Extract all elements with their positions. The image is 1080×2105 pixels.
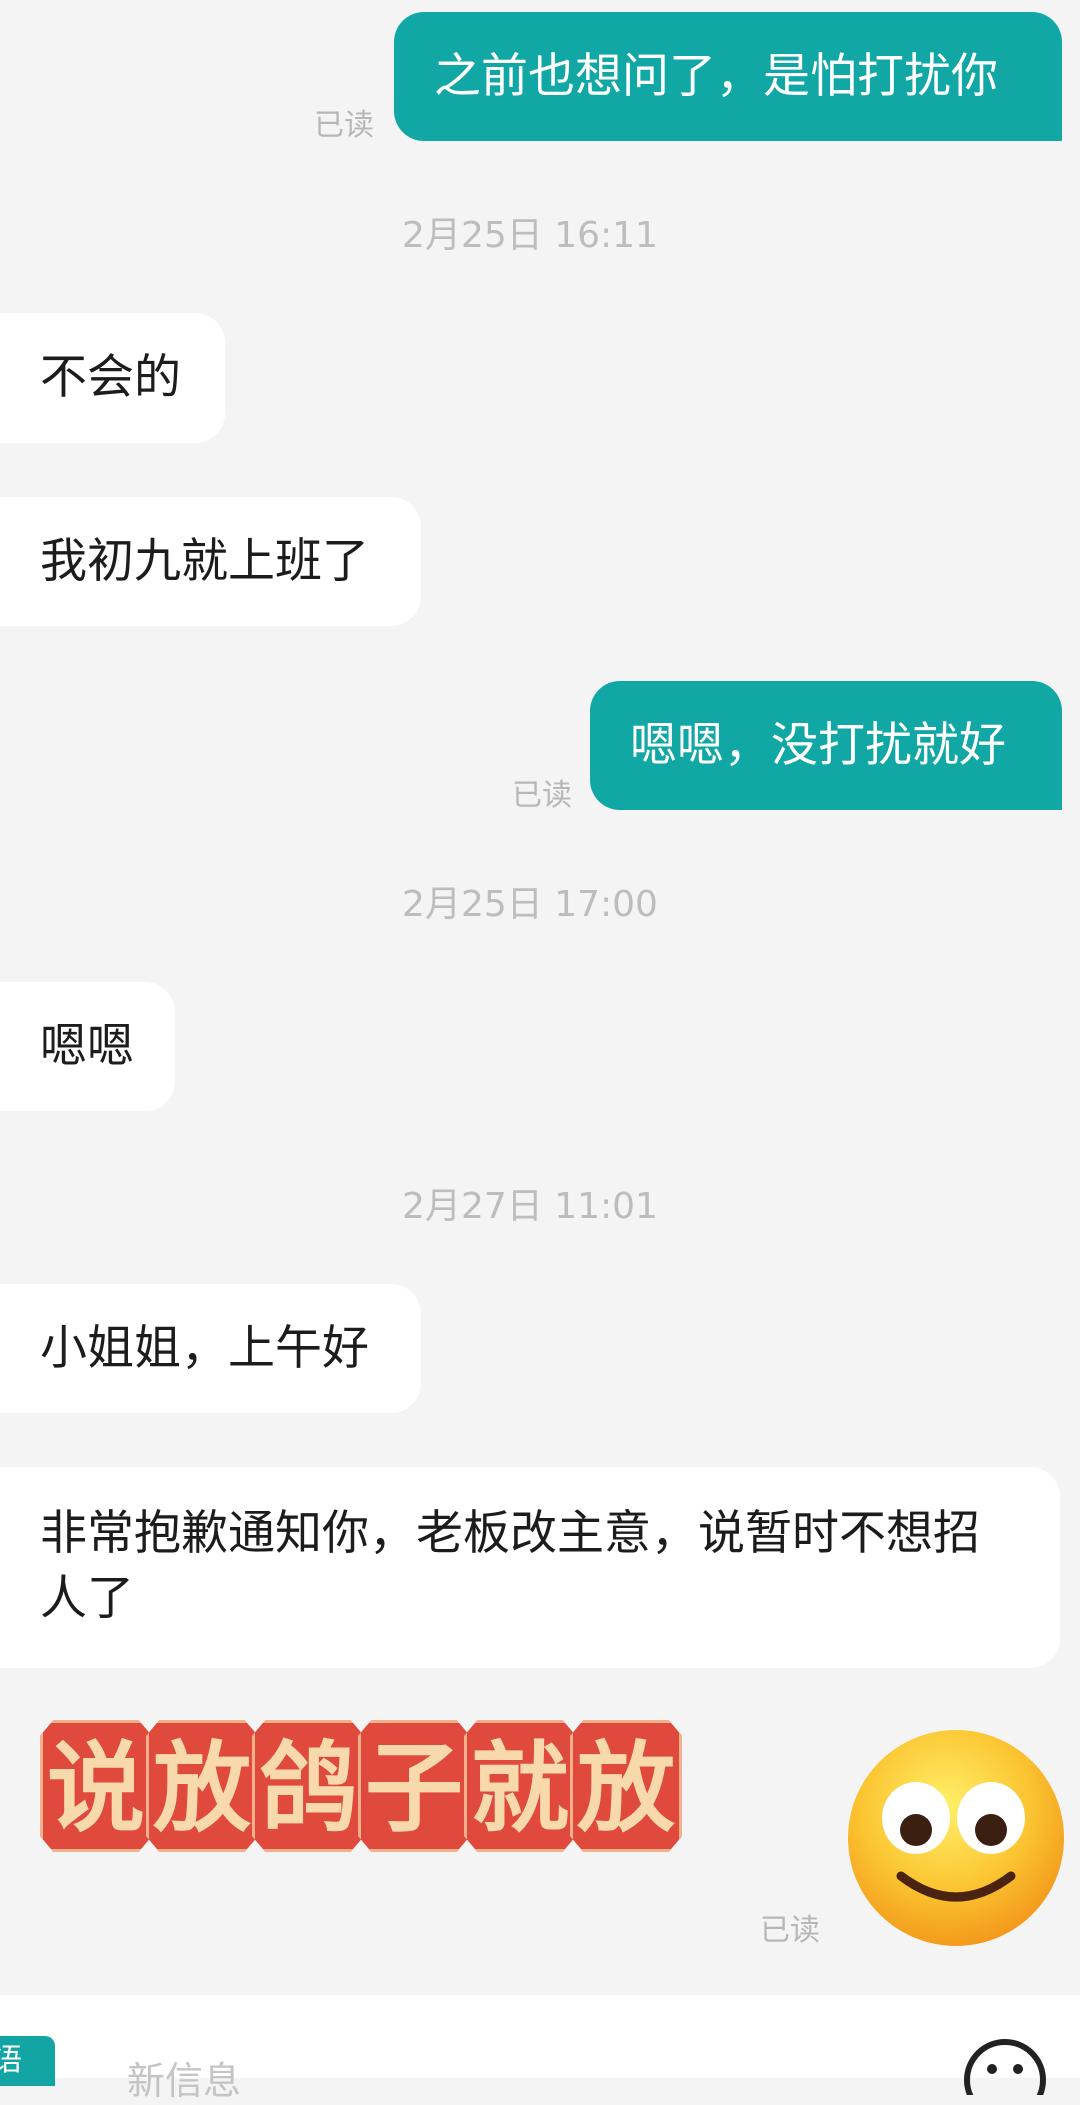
smiley-emoji-icon[interactable]	[846, 1728, 1066, 1948]
timestamp: 2月25日 17:00	[402, 884, 658, 925]
sticker-char: 子	[358, 1720, 470, 1852]
outgoing-message[interactable]: 之前也想问了，是怕打扰你	[394, 12, 1062, 141]
emoji-button-icon[interactable]	[960, 2035, 1050, 2105]
sticker-text[interactable]: 说 放 鸽 子 就 放	[40, 1720, 682, 1852]
sticker-char: 放	[146, 1720, 258, 1852]
incoming-message[interactable]: 我初九就上班了	[0, 497, 421, 626]
read-receipt: 已读	[314, 108, 374, 143]
incoming-message[interactable]: 嗯嗯	[0, 982, 175, 1111]
voice-toggle-button[interactable]: 语	[0, 2036, 55, 2086]
sticker-char: 就	[464, 1720, 576, 1852]
read-receipt: 已读	[512, 778, 572, 813]
read-receipt: 已读	[760, 1913, 820, 1948]
incoming-message[interactable]: 小姐姐，上午好	[0, 1284, 421, 1413]
timestamp: 2月27日 11:01	[402, 1186, 658, 1227]
incoming-message[interactable]: 不会的	[0, 313, 225, 443]
sticker-char: 鸽	[252, 1720, 364, 1852]
timestamp: 2月25日 16:11	[402, 215, 658, 256]
sticker-char: 说	[40, 1720, 152, 1852]
incoming-message[interactable]: 非常抱歉通知你，老板改主意，说暂时不想招人了	[0, 1467, 1060, 1668]
sticker-char: 放	[570, 1720, 682, 1852]
outgoing-message[interactable]: 嗯嗯，没打扰就好	[590, 681, 1062, 810]
